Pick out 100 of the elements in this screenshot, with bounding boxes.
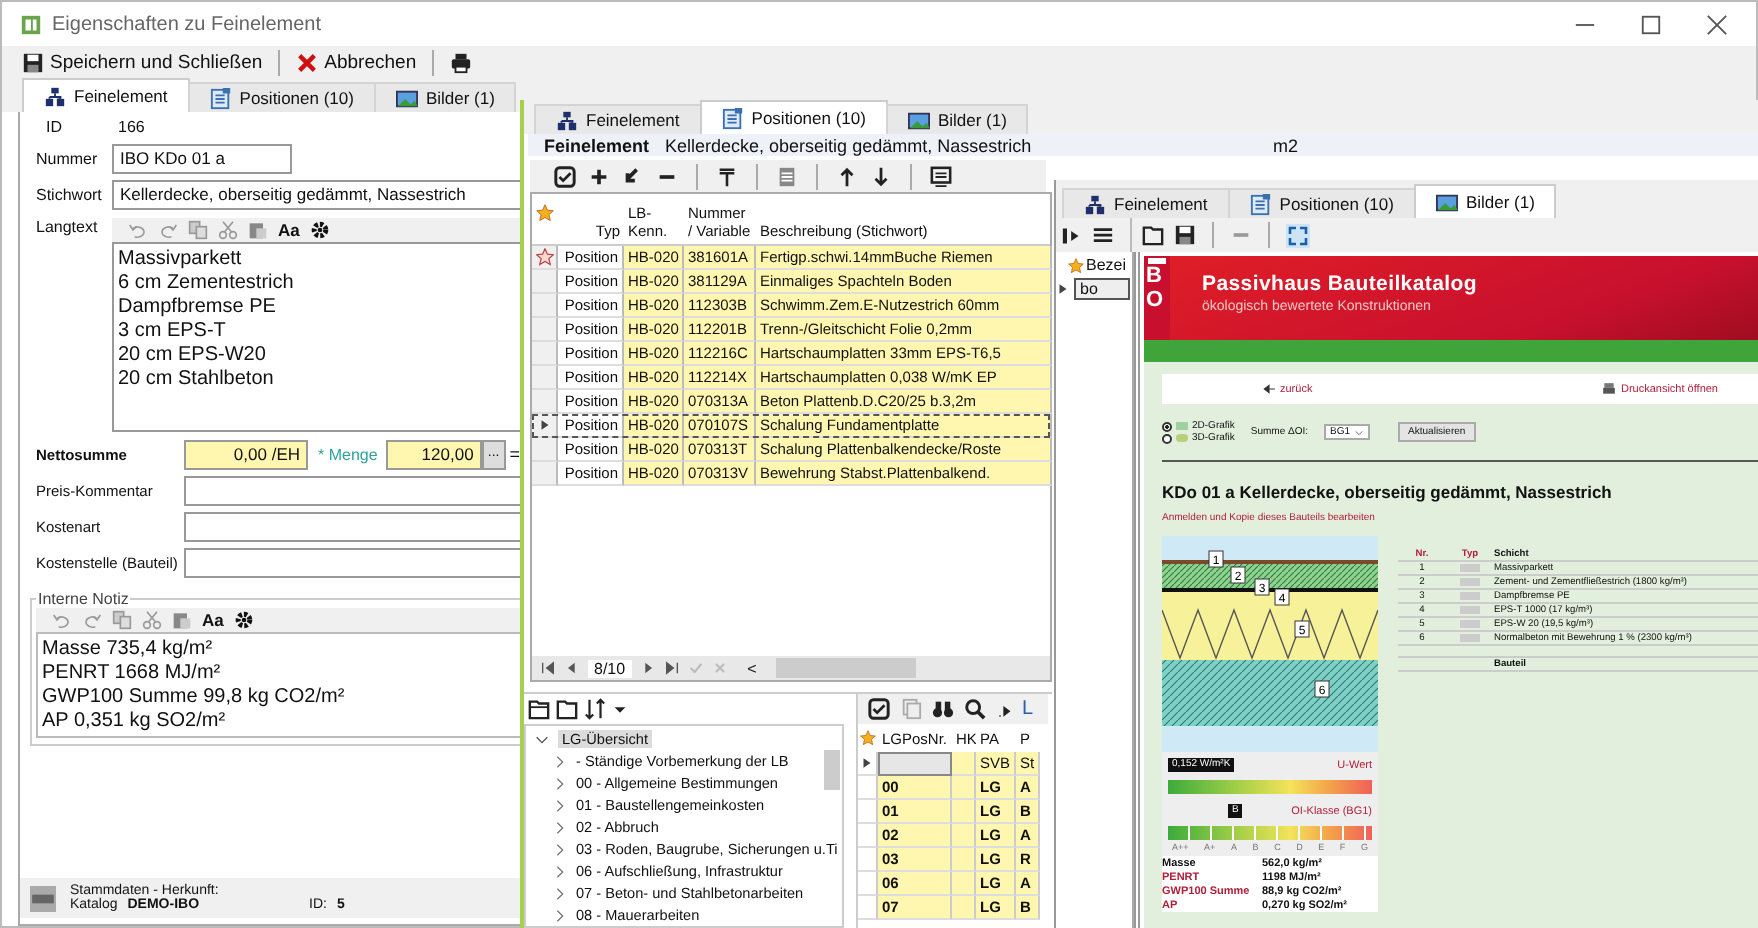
current-row-icon xyxy=(1056,282,1070,296)
save-icon[interactable] xyxy=(1174,224,1196,246)
next-icon[interactable] xyxy=(639,660,656,676)
field-label: * Menge xyxy=(318,445,378,463)
save-button[interactable]: Speichern und Schließen xyxy=(18,52,267,74)
first-icon[interactable] xyxy=(540,660,556,676)
document-icon xyxy=(209,87,232,109)
text-line: Dampfbremse PE xyxy=(118,296,276,320)
component-heading: KDo 01 a Kellerdecke, oberseitig gedämmt, Nassestrich xyxy=(1162,482,1614,502)
radio-button[interactable] xyxy=(1162,421,1172,431)
current-row-icon xyxy=(537,418,551,432)
star-icon xyxy=(860,730,876,746)
unit-label: m2 xyxy=(1273,135,1299,155)
field-label: Stichwort xyxy=(34,185,104,203)
previous-icon[interactable] xyxy=(564,660,580,676)
caret-icon[interactable] xyxy=(612,701,628,717)
fit-screen-icon[interactable] xyxy=(1286,223,1310,247)
source-icon xyxy=(30,885,56,911)
input-field[interactable] xyxy=(184,511,526,541)
last-icon[interactable] xyxy=(663,660,680,676)
tab[interactable]: Positionen (10) xyxy=(699,100,888,134)
window-title: Eigenschaften zu Feinelement xyxy=(52,13,322,35)
print-icon xyxy=(450,52,473,74)
cancel-button[interactable]: Abbrechen xyxy=(292,52,421,74)
arrow-up-icon[interactable] xyxy=(836,165,858,187)
tab[interactable]: Bilder (1) xyxy=(1413,184,1557,218)
scrollbar-thumb[interactable] xyxy=(776,658,917,678)
scrollbar[interactable] xyxy=(824,750,840,790)
font-button[interactable]: Aa xyxy=(278,220,300,240)
panel-toggle-icon[interactable] xyxy=(1062,225,1082,245)
toolbar-link[interactable]: L xyxy=(1022,698,1034,720)
folder-icon[interactable] xyxy=(528,698,550,720)
select-icon[interactable] xyxy=(554,165,576,187)
text-area[interactable]: Massivparkett 6 cm Zementestrich Dampfbremse PE 3 cm EPS-T 20 cm EPS-W20 20 cm Stahlbeton xyxy=(112,242,526,432)
tab[interactable]: Bilder (1) xyxy=(373,82,517,112)
maximize-icon[interactable] xyxy=(1640,13,1662,35)
current-row-icon xyxy=(860,756,874,770)
tab[interactable]: Positionen (10) xyxy=(187,82,376,112)
insert-icon[interactable] xyxy=(622,165,644,187)
font-button[interactable]: Aa xyxy=(202,610,224,630)
close-icon[interactable] xyxy=(1706,13,1728,35)
document-icon xyxy=(1249,193,1272,215)
input-field[interactable] xyxy=(184,547,526,577)
paste-icon[interactable] xyxy=(172,610,192,630)
id-label: ID xyxy=(44,117,64,135)
field-label: Langtext xyxy=(34,218,100,240)
input-field[interactable] xyxy=(878,752,952,776)
gear-icon[interactable] xyxy=(233,610,254,630)
text-line: AP 0,351 kg SO2/m² xyxy=(42,710,226,734)
record-position: 8/10 xyxy=(588,659,632,677)
search-icon[interactable] xyxy=(964,698,986,720)
input-field[interactable]: IBO KDo 01 a xyxy=(112,143,292,173)
picture-icon xyxy=(395,87,418,109)
price-field[interactable]: 0,00 /EH xyxy=(184,439,308,469)
input-field[interactable]: bo xyxy=(1074,278,1130,300)
save-icon xyxy=(22,52,44,74)
text-line: 20 cm EPS-W20 xyxy=(118,344,266,368)
arrow-icon[interactable] xyxy=(996,701,1012,717)
check-icon[interactable] xyxy=(687,660,704,676)
tab[interactable]: Feinelement xyxy=(1062,188,1230,218)
input-field[interactable] xyxy=(184,475,526,505)
hierarchy-icon xyxy=(556,109,578,131)
select-icon[interactable] xyxy=(868,698,890,720)
folder-icon[interactable] xyxy=(556,698,578,720)
folder-icon[interactable] xyxy=(1142,224,1164,246)
text-area[interactable]: Masse 735,4 kg/m² PENRT 1668 MJ/m² GWP100 Summe 99,8 kg CO2/m² AP 0,351 kg SO2/m² xyxy=(36,632,524,738)
sort-icon[interactable] xyxy=(584,698,606,720)
menu-icon[interactable] xyxy=(1092,224,1114,246)
arrow-down-icon[interactable] xyxy=(870,165,892,187)
star-icon xyxy=(536,204,554,222)
tab[interactable]: Bilder (1) xyxy=(885,104,1029,134)
text-line: 3 cm EPS-T xyxy=(118,320,226,344)
text-line: 20 cm Stahlbeton xyxy=(118,368,274,392)
app-icon xyxy=(20,13,42,35)
text-line: Massivparkett xyxy=(118,248,242,272)
gear-icon[interactable] xyxy=(309,220,330,240)
page-title: Passivhaus Bauteilkatalog xyxy=(1202,272,1477,296)
radio-button[interactable] xyxy=(1162,433,1172,443)
sheet-icon[interactable] xyxy=(776,165,798,187)
chevron-icon xyxy=(1354,427,1365,437)
equals-sign: = xyxy=(509,444,521,464)
picture-icon xyxy=(1435,191,1458,213)
add-icon[interactable] xyxy=(588,165,610,187)
monitor-icon[interactable] xyxy=(930,165,952,187)
tab[interactable]: Feinelement xyxy=(22,78,190,112)
quantity-field[interactable]: 120,00 xyxy=(385,439,482,469)
align-top-icon[interactable] xyxy=(716,165,738,187)
text-line: GWP100 Summe 99,8 kg CO2/m² xyxy=(42,686,345,710)
text-line: PENRT 1668 MJ/m² xyxy=(42,662,221,686)
hierarchy-icon xyxy=(1084,193,1106,215)
header-label: Feinelement xyxy=(544,135,650,155)
paste-icon[interactable] xyxy=(248,220,268,240)
hierarchy-icon xyxy=(44,85,66,107)
column-header[interactable]: Bezei xyxy=(1086,256,1127,274)
logo: BO xyxy=(1144,256,1170,340)
tab[interactable]: Feinelement xyxy=(534,104,702,134)
scroll-left-button[interactable]: < xyxy=(747,659,757,677)
tab[interactable]: Positionen (10) xyxy=(1227,188,1416,218)
input-field[interactable]: Kellerdecke, oberseitig gedämmt, Nassestrich xyxy=(112,179,526,209)
binoculars-icon[interactable] xyxy=(932,698,954,720)
